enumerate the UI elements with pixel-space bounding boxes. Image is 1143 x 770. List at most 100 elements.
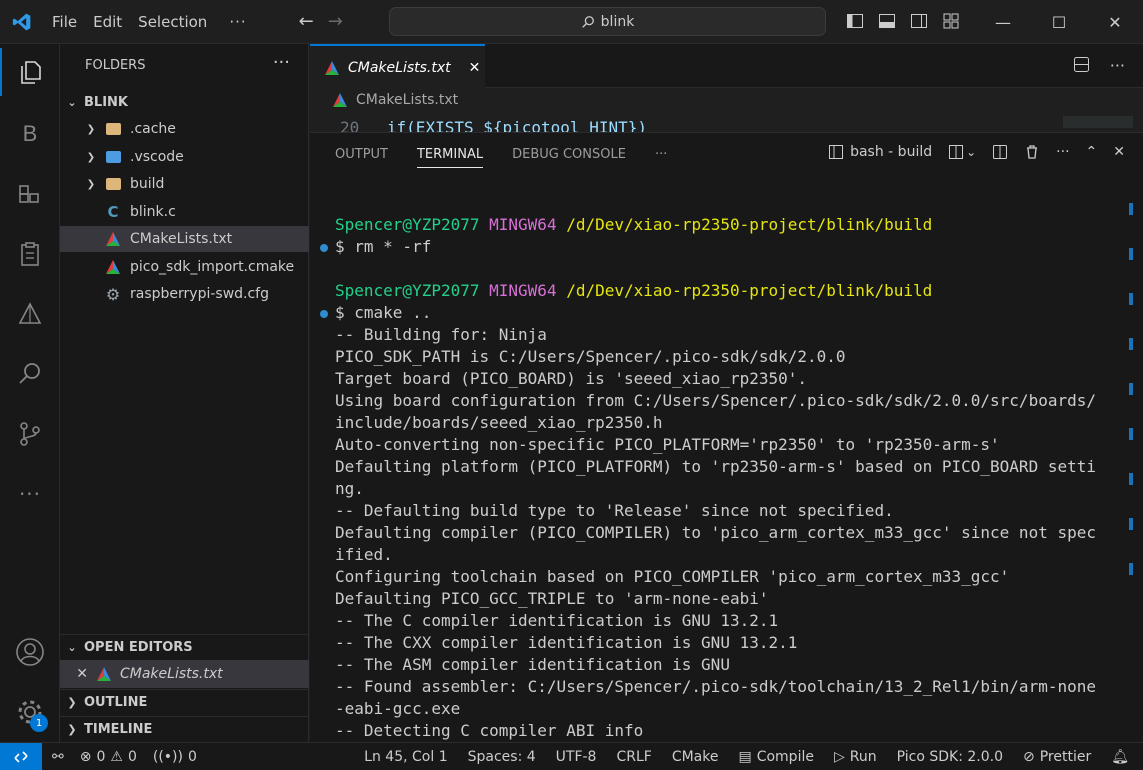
toggle-secondary-sidebar-icon[interactable]	[910, 12, 928, 30]
panel-more-icon[interactable]: ···	[1056, 144, 1069, 160]
prettier-status[interactable]: ⊘ Prettier	[1023, 749, 1091, 765]
maximize-panel-icon[interactable]: ⌃	[1086, 144, 1098, 160]
maximize-icon[interactable]: ☐	[1031, 0, 1087, 44]
menu-file[interactable]: File	[44, 13, 85, 31]
tree-item-vscode[interactable]: ❯ .vscode	[60, 144, 309, 170]
new-terminal-dropdown[interactable]: ⌄	[948, 144, 976, 160]
command-decoration-icon[interactable]	[320, 310, 328, 318]
panel-tabs-more-icon[interactable]: ···	[655, 147, 667, 168]
terminal-line: ified.	[310, 544, 1130, 566]
close-tab-icon[interactable]: ✕	[469, 60, 481, 76]
explorer-icon[interactable]	[0, 48, 60, 96]
terminal-selector[interactable]: bash - build	[828, 144, 932, 160]
terminal-line: Using board configuration from C:/Users/…	[310, 390, 1130, 412]
test-clipboard-icon[interactable]	[0, 230, 60, 278]
output-text: ified.	[335, 545, 393, 564]
cmake-kit-icon[interactable]: ⚯	[52, 749, 64, 765]
open-editors-label: OPEN EDITORS	[84, 640, 193, 655]
open-editor-item[interactable]: ✕ CMakeLists.txt	[60, 660, 309, 688]
command-decoration-icon[interactable]	[320, 244, 328, 252]
run-button[interactable]: ▷ Run	[834, 749, 877, 765]
warning-icon: ⚠	[110, 748, 123, 765]
source-control-icon[interactable]	[0, 410, 60, 458]
tree-item-pico-sdk-import[interactable]: pico_sdk_import.cmake	[60, 254, 309, 280]
more-views-icon[interactable]: ···	[0, 470, 60, 518]
tree-item-cache[interactable]: ❯ .cache	[60, 116, 309, 142]
terminal-scroll-markers	[1129, 193, 1133, 593]
outline-label: OUTLINE	[84, 695, 148, 710]
compile-button[interactable]: ▤ Compile	[738, 749, 814, 765]
split-terminal-icon[interactable]	[992, 144, 1008, 160]
menu-selection[interactable]: Selection	[130, 13, 215, 31]
tree-item-blink-c[interactable]: C blink.c	[60, 199, 309, 225]
timeline-header[interactable]: ❯ TIMELINE	[60, 716, 309, 742]
terminal-line: Defaulting platform (PICO_PLATFORM) to '…	[310, 456, 1130, 478]
minimap[interactable]	[1063, 116, 1133, 128]
encoding[interactable]: UTF-8	[556, 749, 597, 765]
chevron-down-icon: ⌄	[966, 145, 977, 159]
menu-more-icon[interactable]: ···	[215, 13, 260, 31]
command-center-search[interactable]: blink	[389, 7, 826, 36]
tree-item-build[interactable]: ❯ build	[60, 171, 309, 197]
chevron-down-icon: ⌄	[67, 95, 77, 109]
toggle-panel-icon[interactable]	[878, 12, 896, 30]
tab-output[interactable]: OUTPUT	[335, 147, 388, 168]
prompt-shell: MINGW64	[489, 281, 557, 300]
folder-root-header[interactable]: ⌄ BLINK	[60, 89, 309, 115]
breadcrumb[interactable]: CMakeLists.txt	[332, 92, 458, 108]
line-ending[interactable]: CRLF	[616, 749, 651, 765]
chevron-down-icon: ⌄	[67, 641, 77, 654]
terminal-line: Configuring toolchain based on PICO_COMP…	[310, 566, 1130, 588]
menu-edit[interactable]: Edit	[85, 13, 130, 31]
bottom-panel: OUTPUT TERMINAL DEBUG CONSOLE ··· bash -…	[310, 132, 1143, 742]
output-text: include/boards/seeed_xiao_rp2350.h	[335, 413, 663, 432]
output-text: -- Building for: Ninja	[335, 325, 547, 344]
back-arrow-icon[interactable]: ←	[299, 11, 314, 32]
play-icon: ▷	[833, 749, 845, 765]
terminal-output[interactable]: Spencer@YZP2077 MINGW64 /d/Dev/xiao-rp23…	[310, 192, 1130, 742]
manage-gear-icon[interactable]: 1	[0, 688, 60, 736]
outline-header[interactable]: ❯ OUTLINE	[60, 689, 309, 715]
split-editor-icon[interactable]	[1073, 56, 1090, 73]
forward-arrow-icon[interactable]: →	[328, 11, 343, 32]
sidebar-more-icon[interactable]: ···	[273, 52, 290, 73]
problems-indicator[interactable]: ⊗ 0 ⚠ 0	[80, 749, 137, 765]
prompt-user: Spencer@YZP2077	[335, 281, 480, 300]
prompt-path: /d/Dev/xiao-rp2350-project/blink/build	[566, 281, 933, 300]
toggle-sidebar-icon[interactable]	[846, 12, 864, 30]
tab-debug-console[interactable]: DEBUG CONSOLE	[512, 147, 626, 168]
tab-terminal[interactable]: TERMINAL	[416, 147, 484, 168]
extensions-icon[interactable]	[0, 170, 60, 218]
pico-sdk-version[interactable]: Pico SDK: 2.0.0	[897, 749, 1003, 765]
indentation[interactable]: Spaces: 4	[468, 749, 536, 765]
cursor-position[interactable]: Ln 45, Col 1	[364, 749, 447, 765]
open-editors-header[interactable]: ⌄ OPEN EDITORS	[60, 634, 309, 660]
tab-cmakelists[interactable]: CMakeLists.txt ✕	[310, 44, 485, 89]
ports-indicator[interactable]: ((•)) 0	[153, 749, 197, 765]
close-window-icon[interactable]: ✕	[1087, 0, 1143, 44]
tree-item-swd-cfg[interactable]: ⚙ raspberrypi-swd.cfg	[60, 281, 309, 307]
folder-icon	[104, 148, 122, 166]
output-text: Defaulting compiler (PICO_COMPILER) to '…	[335, 523, 1096, 542]
close-panel-icon[interactable]: ✕	[1113, 144, 1125, 160]
tree-item-label: build	[130, 176, 165, 192]
minimize-icon[interactable]: —	[975, 0, 1031, 44]
activity-bar: B ··· 1	[0, 44, 60, 742]
cmake-icon	[325, 60, 339, 75]
compile-icon: ▤	[738, 749, 752, 765]
editor-more-icon[interactable]: ···	[1110, 56, 1125, 75]
search-icon[interactable]	[0, 350, 60, 398]
bookmarks-icon[interactable]: B	[0, 110, 60, 158]
accounts-icon[interactable]	[0, 628, 60, 676]
editor-area: CMakeLists.txt ✕ ··· CMakeLists.txt 20 i…	[310, 44, 1143, 132]
remote-indicator-icon[interactable]	[0, 742, 42, 770]
close-icon[interactable]: ✕	[60, 666, 88, 682]
cmake-tools-icon[interactable]	[0, 290, 60, 338]
tree-item-cmakelists[interactable]: CMakeLists.txt	[60, 226, 309, 252]
trash-icon[interactable]	[1024, 144, 1040, 160]
customize-layout-icon[interactable]	[942, 12, 960, 30]
notifications-bell-icon[interactable]: 🔔︎	[1111, 749, 1129, 765]
terminal-line: $ cmake ..	[310, 302, 1130, 324]
prompt-path: /d/Dev/xiao-rp2350-project/blink/build	[566, 215, 933, 234]
language-mode[interactable]: CMake	[672, 749, 719, 765]
